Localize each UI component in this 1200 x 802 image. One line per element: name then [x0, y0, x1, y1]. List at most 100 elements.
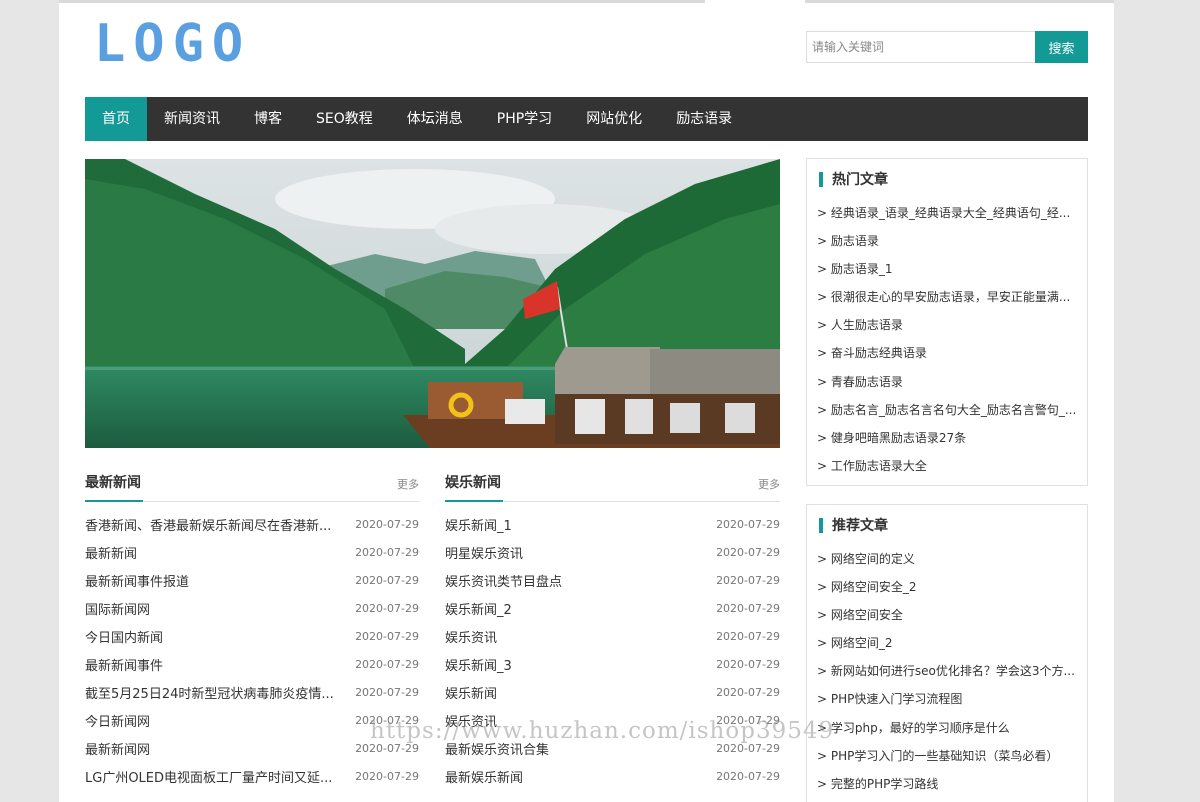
recommend-article-link[interactable]: > 网络空间安全 — [817, 601, 1077, 629]
hot-article-link[interactable]: > 励志语录_1 — [817, 255, 1077, 283]
news-title[interactable]: 最新新闻事件 — [85, 655, 163, 674]
news-item[interactable]: LG广州OLED电视面板工厂量产时间又延... 2020-07-29 — [85, 763, 419, 791]
news-date: 2020-07-29 — [355, 714, 419, 728]
news-title[interactable]: 娱乐资讯 — [445, 711, 497, 730]
recommend-article-link[interactable]: > 网络空间的定义 — [817, 545, 1077, 573]
news-item[interactable]: 最新娱乐资讯合集 2020-07-29 — [445, 735, 780, 763]
hot-article-link[interactable]: > 青春励志语录 — [817, 368, 1077, 396]
news-title[interactable]: 今日新闻网 — [85, 711, 150, 730]
news-item[interactable]: 今日新闻网 2020-07-29 — [85, 707, 419, 735]
ent-news-more-link[interactable]: 更多 — [758, 476, 780, 492]
news-date: 2020-07-29 — [716, 770, 780, 784]
news-date: 2020-07-29 — [716, 714, 780, 728]
news-date: 2020-07-29 — [355, 545, 419, 559]
news-item[interactable]: 娱乐资讯类节目盘点 2020-07-29 — [445, 566, 780, 594]
latest-news-more-link[interactable]: 更多 — [397, 476, 419, 492]
nav-item-6[interactable]: 网站优化 — [569, 97, 659, 141]
news-item[interactable]: 娱乐新闻 2020-07-29 — [445, 679, 780, 707]
recommend-article-link[interactable]: > 完整的PHP学习路线 — [817, 770, 1077, 798]
hot-article-link[interactable]: > 经典语录_语录_经典语录大全_经典语句_经... — [817, 199, 1077, 227]
recommend-article-link[interactable]: > 新网站如何进行seo优化排名？学会这3个方... — [817, 657, 1077, 685]
news-date: 2020-07-29 — [355, 517, 419, 531]
news-item[interactable]: 最新新闻事件报道 2020-07-29 — [85, 566, 419, 594]
news-date: 2020-07-29 — [716, 601, 780, 615]
accent-bar — [819, 171, 823, 187]
hot-article-link[interactable]: > 励志语录 — [817, 227, 1077, 255]
news-title[interactable]: 国际新闻网 — [85, 599, 150, 618]
hot-article-link[interactable]: > 很潮很走心的早安励志语录，早安正能量满... — [817, 283, 1077, 311]
search-form: 搜索 — [806, 31, 1088, 63]
news-item[interactable]: 最新娱乐新闻 2020-07-29 — [445, 763, 780, 791]
news-title[interactable]: 娱乐新闻 — [445, 683, 497, 702]
news-title[interactable]: 娱乐新闻_3 — [445, 655, 512, 674]
recommend-article-link[interactable]: > PHP学习入门的一些基础知识（菜鸟必看） — [817, 742, 1077, 770]
search-input[interactable] — [806, 31, 1035, 63]
news-item[interactable]: 娱乐资讯 2020-07-29 — [445, 707, 780, 735]
nav-item-4[interactable]: 体坛消息 — [390, 97, 480, 141]
accent-bar — [819, 517, 823, 533]
news-date: 2020-07-29 — [355, 629, 419, 643]
news-item[interactable]: 娱乐新闻_3 2020-07-29 — [445, 650, 780, 678]
news-item[interactable]: 今日国内新闻 2020-07-29 — [85, 622, 419, 650]
news-date: 2020-07-29 — [716, 658, 780, 672]
news-title[interactable]: 最新新闻 — [85, 543, 137, 562]
recommend-article-link[interactable]: > 网络空间安全_2 — [817, 573, 1077, 601]
recommend-article-link[interactable]: > 网络空间_2 — [817, 629, 1077, 657]
nav-item-1[interactable]: 新闻资讯 — [147, 97, 237, 141]
news-title[interactable]: 娱乐资讯 — [445, 627, 497, 646]
news-item[interactable]: 明星娱乐资讯 2020-07-29 — [445, 538, 780, 566]
news-title[interactable]: 截至5月25日24时新型冠状病毒肺炎疫情... — [85, 683, 334, 702]
news-date: 2020-07-29 — [716, 545, 780, 559]
news-title[interactable]: 最新娱乐新闻 — [445, 767, 523, 786]
news-title[interactable]: 香港新闻、香港最新娱乐新闻尽在香港新... — [85, 515, 331, 534]
news-title[interactable]: LG广州OLED电视面板工厂量产时间又延... — [85, 767, 332, 786]
hot-article-link[interactable]: > 人生励志语录 — [817, 311, 1077, 339]
nav-item-0[interactable]: 首页 — [85, 97, 147, 141]
hot-article-link[interactable]: > 奋斗励志经典语录 — [817, 339, 1077, 367]
nav-item-5[interactable]: PHP学习 — [480, 97, 569, 141]
news-title[interactable]: 最新娱乐资讯合集 — [445, 739, 549, 758]
news-date: 2020-07-29 — [355, 573, 419, 587]
hot-articles-panel: 热门文章 > 经典语录_语录_经典语录大全_经典语句_经... > 励志语录 > 励… — [806, 158, 1088, 486]
news-item[interactable]: 最新新闻网 2020-07-29 — [85, 735, 419, 763]
news-item[interactable]: 香港新闻、香港最新娱乐新闻尽在香港新... 2020-07-29 — [85, 510, 419, 538]
news-date: 2020-07-29 — [355, 658, 419, 672]
nav-item-2[interactable]: 博客 — [237, 97, 299, 141]
news-title[interactable]: 明星娱乐资讯 — [445, 543, 523, 562]
news-date: 2020-07-29 — [716, 517, 780, 531]
latest-news-title: 最新新闻 — [85, 472, 143, 502]
news-title[interactable]: 最新新闻网 — [85, 739, 150, 758]
recommend-article-link[interactable]: > 学习php，最好的学习顺序是什么 — [817, 714, 1077, 742]
ent-news-header: 娱乐新闻 更多 — [445, 472, 780, 502]
recommend-articles-panel: 推荐文章 > 网络空间的定义 > 网络空间安全_2 > 网络空间安全 > 网络空间_2… — [806, 504, 1088, 802]
site-logo[interactable]: LOGO — [94, 14, 251, 74]
search-button[interactable]: 搜索 — [1035, 31, 1088, 63]
hot-articles-title: 热门文章 — [832, 172, 888, 188]
news-title[interactable]: 最新新闻事件报道 — [85, 571, 189, 590]
news-item[interactable]: 娱乐新闻_2 2020-07-29 — [445, 594, 780, 622]
news-item[interactable]: 娱乐新闻_1 2020-07-29 — [445, 510, 780, 538]
hot-articles-list: > 经典语录_语录_经典语录大全_经典语句_经... > 励志语录 > 励志语录_1… — [807, 199, 1087, 480]
latest-news-list: 香港新闻、香港最新娱乐新闻尽在香港新... 2020-07-29 最新新闻 2020-… — [85, 510, 419, 791]
recommend-articles-title: 推荐文章 — [832, 518, 888, 534]
hot-article-link[interactable]: > 励志名言_励志名言名句大全_励志名言警句_... — [817, 396, 1077, 424]
news-item[interactable]: 最新新闻 2020-07-29 — [85, 538, 419, 566]
news-item[interactable]: 最新新闻事件 2020-07-29 — [85, 650, 419, 678]
ent-news-title: 娱乐新闻 — [445, 472, 503, 502]
hot-article-link[interactable]: > 健身吧暗黑励志语录27条 — [817, 424, 1077, 452]
hot-article-link[interactable]: > 工作励志语录大全 — [817, 452, 1077, 480]
news-date: 2020-07-29 — [716, 629, 780, 643]
news-item[interactable]: 国际新闻网 2020-07-29 — [85, 594, 419, 622]
news-title[interactable]: 娱乐新闻_1 — [445, 515, 512, 534]
nav-item-7[interactable]: 励志语录 — [659, 97, 749, 141]
recommend-article-link[interactable]: > PHP快速入门学习流程图 — [817, 685, 1077, 713]
news-item[interactable]: 截至5月25日24时新型冠状病毒肺炎疫情... 2020-07-29 — [85, 679, 419, 707]
news-title[interactable]: 今日国内新闻 — [85, 627, 163, 646]
news-date: 2020-07-29 — [716, 686, 780, 700]
nav-item-3[interactable]: SEO教程 — [299, 97, 390, 141]
ent-news-list: 娱乐新闻_1 2020-07-29 明星娱乐资讯 2020-07-29 娱乐资讯类节目盘… — [445, 510, 780, 791]
news-title[interactable]: 娱乐资讯类节目盘点 — [445, 571, 562, 590]
banner-image[interactable] — [85, 159, 780, 448]
news-item[interactable]: 娱乐资讯 2020-07-29 — [445, 622, 780, 650]
news-title[interactable]: 娱乐新闻_2 — [445, 599, 512, 618]
